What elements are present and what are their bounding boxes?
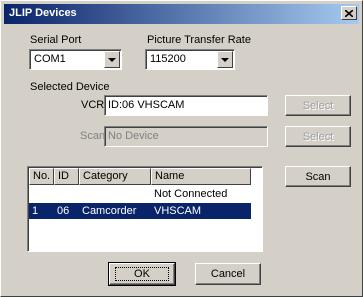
window-title: JLIP Devices xyxy=(9,7,77,19)
selected-device-label: Selected Device xyxy=(30,81,110,93)
transfer-rate-select[interactable]: 115200 xyxy=(145,49,235,70)
list-item-name: Not Connected xyxy=(154,188,228,200)
column-header-no[interactable]: No. xyxy=(29,168,54,185)
scan-select-button[interactable]: Select xyxy=(285,126,351,147)
close-button[interactable] xyxy=(341,6,357,20)
vcr-select-button[interactable]: Select xyxy=(285,95,351,116)
vcr-value: ID:06 VHSCAM xyxy=(108,99,185,111)
transfer-rate-label: Picture Transfer Rate xyxy=(147,34,251,46)
list-item-name: VHSCAM xyxy=(154,205,202,217)
vcr-select-button-label: Select xyxy=(302,99,334,112)
serial-port-label: Serial Port xyxy=(30,34,82,46)
ok-button-label: OK xyxy=(115,267,169,281)
list-item-category: Camcorder xyxy=(82,205,137,217)
jlip-devices-dialog: JLIP Devices Serial Port COM1 Picture Tr… xyxy=(0,0,363,297)
device-list[interactable]: No. ID Category Name Not Connected 1 06 … xyxy=(27,166,263,252)
title-bar[interactable]: JLIP Devices xyxy=(4,4,359,24)
column-header-id[interactable]: ID xyxy=(54,168,79,185)
vcr-field[interactable]: ID:06 VHSCAM xyxy=(104,95,268,116)
vcr-label: VCR xyxy=(81,99,105,111)
serial-port-value: COM1 xyxy=(34,53,66,65)
scan-select-button-label: Select xyxy=(302,130,334,143)
column-header-name[interactable]: Name xyxy=(151,168,251,185)
ok-button[interactable]: OK xyxy=(108,262,176,286)
transfer-rate-dropdown-button[interactable] xyxy=(217,51,233,68)
serial-port-dropdown-button[interactable] xyxy=(104,51,120,68)
list-item-id: 06 xyxy=(57,205,70,217)
cancel-button[interactable]: Cancel xyxy=(195,263,261,285)
close-icon xyxy=(345,9,353,17)
scan-field[interactable]: No Device xyxy=(104,126,268,147)
serial-port-select[interactable]: COM1 xyxy=(29,49,122,70)
cancel-button-label: Cancel xyxy=(210,268,246,280)
scan-button[interactable]: Scan xyxy=(285,166,351,187)
chevron-down-icon xyxy=(108,57,116,62)
list-item-selected[interactable]: 1 06 Camcorder VHSCAM xyxy=(29,203,251,219)
scan-button-label: Scan xyxy=(305,170,331,183)
column-header-category[interactable]: Category xyxy=(79,168,151,185)
chevron-down-icon xyxy=(221,57,229,62)
scan-value: No Device xyxy=(108,130,159,142)
list-item[interactable]: Not Connected xyxy=(29,186,251,202)
device-list-header: No. ID Category Name xyxy=(29,168,262,185)
transfer-rate-value: 115200 xyxy=(150,53,186,65)
scan-label: Scan xyxy=(80,130,106,142)
list-item-no: 1 xyxy=(32,205,39,217)
